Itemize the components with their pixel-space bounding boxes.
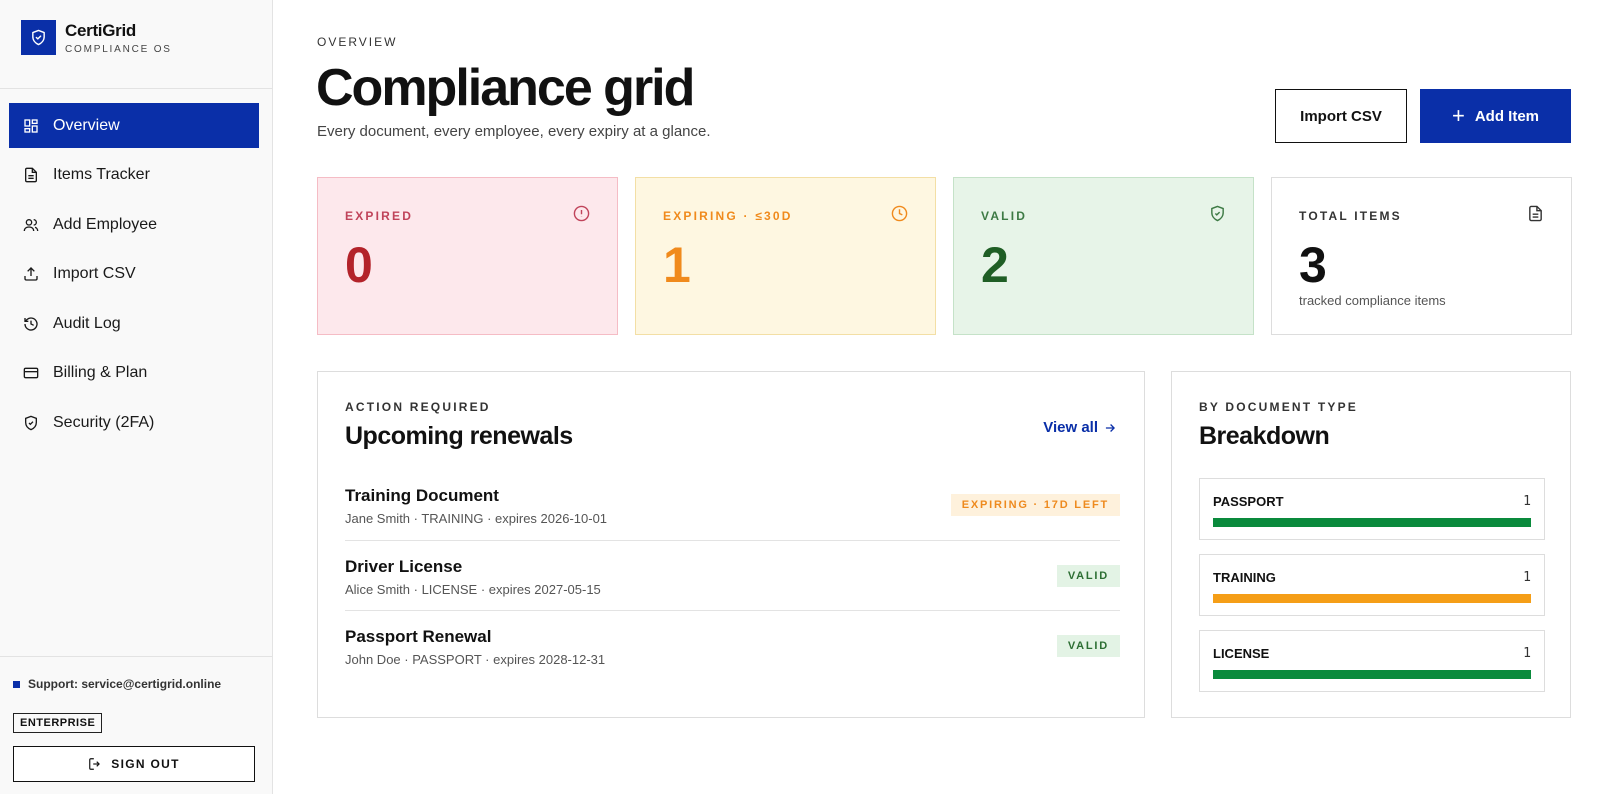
divider: [0, 656, 272, 657]
credit-card-icon: [23, 365, 39, 381]
brand-subtitle: COMPLIANCE OS: [65, 43, 172, 55]
status-badge: EXPIRING · 17D LEFT: [950, 494, 1120, 516]
status-badge: VALID: [1056, 564, 1120, 587]
stat-label: EXPIRED: [345, 209, 414, 223]
status-badge: VALID: [1056, 635, 1120, 657]
item-title: Training Document: [345, 486, 499, 505]
square-bullet-icon: [13, 680, 20, 688]
sidebar: CertiGrid COMPLIANCE OS Overview Items T…: [0, 0, 273, 794]
progress-fill: [1213, 594, 1531, 603]
panel-title: Breakdown: [1199, 422, 1330, 450]
sidebar-item-label: Audit Log: [53, 314, 121, 332]
sign-out-label: SIGN OUT: [111, 757, 180, 771]
stat-card-total[interactable]: TOTAL ITEMS 3 tracked compliance items: [1271, 177, 1572, 335]
panel-eyebrow: BY DOCUMENT TYPE: [1199, 400, 1358, 414]
stat-label: VALID: [981, 209, 1028, 223]
item-meta: Jane Smith · TRAINING · expires 2026-10-…: [345, 511, 608, 526]
plus-icon: +: [1451, 103, 1465, 128]
sidebar-item-import-csv[interactable]: Import CSV: [9, 252, 259, 297]
item-meta: Alice Smith · LICENSE · expires 2027-05-…: [345, 581, 601, 597]
progress-bar: [1213, 670, 1531, 679]
breakdown-type: PASSPORT: [1213, 494, 1284, 509]
sidebar-item-audit-log[interactable]: Audit Log: [9, 301, 259, 346]
sidebar-item-billing[interactable]: Billing & Plan: [9, 351, 259, 396]
item-title: Driver License: [345, 556, 463, 576]
sidebar-item-security[interactable]: Security (2FA): [9, 400, 259, 445]
stat-card-expiring[interactable]: EXPIRING · ≤30D 1: [635, 177, 936, 335]
progress-bar: [1213, 594, 1531, 603]
sidebar-item-label: Security (2FA): [53, 413, 155, 431]
breakdown-type: TRAINING: [1213, 570, 1276, 585]
plan-badge: ENTERPRISE: [13, 713, 103, 733]
import-csv-button[interactable]: Import CSV: [1275, 89, 1407, 143]
stat-label: TOTAL ITEMS: [1299, 209, 1402, 223]
history-icon: [23, 316, 39, 332]
view-all-link[interactable]: View all: [1043, 419, 1117, 436]
progress-bar: [1213, 518, 1531, 527]
sidebar-item-label: Items Tracker: [53, 166, 150, 183]
item-title: Passport Renewal: [345, 627, 492, 646]
breakdown-list: PASSPORT 1 TRAINING 1 LICENSE 1: [1199, 478, 1545, 706]
list-item[interactable]: Training Document Jane Smith · TRAINING …: [345, 470, 1120, 541]
document-icon: [1527, 205, 1544, 227]
grid-icon: [23, 118, 39, 134]
clock-icon: [891, 205, 908, 227]
sidebar-item-label: Overview: [53, 116, 120, 134]
arrow-right-icon: [1105, 423, 1115, 432]
stat-value: 0: [345, 237, 373, 293]
alert-circle-icon: [573, 205, 590, 227]
stat-card-valid[interactable]: VALID 2: [953, 177, 1254, 335]
breakdown-item: PASSPORT 1: [1199, 478, 1545, 540]
breakdown-item: LICENSE 1: [1199, 630, 1545, 692]
view-all-label: View all: [1043, 419, 1098, 436]
support-text: Support: service@certigrid.online: [28, 677, 222, 691]
panel-title: Upcoming renewals: [345, 422, 573, 450]
sidebar-item-items-tracker[interactable]: Items Tracker: [9, 153, 259, 198]
add-item-button[interactable]: + Add Item: [1420, 89, 1571, 143]
breakdown-count: 1: [1523, 494, 1531, 509]
sidebar-item-add-employee[interactable]: Add Employee: [9, 202, 259, 247]
renewals-list: Training Document Jane Smith · TRAINING …: [345, 470, 1120, 682]
users-icon: [23, 217, 39, 233]
renewals-panel: ACTION REQUIRED Upcoming renewals View a…: [317, 371, 1145, 718]
support-contact[interactable]: Support: service@certigrid.online: [13, 677, 221, 691]
breakdown-panel: BY DOCUMENT TYPE Breakdown PASSPORT 1 TR…: [1171, 371, 1571, 718]
item-meta: John Doe · PASSPORT · expires 2028-12-31: [345, 652, 606, 667]
shield-icon: [23, 415, 39, 431]
sidebar-item-label: Billing & Plan: [53, 364, 148, 381]
breakdown-type: LICENSE: [1213, 646, 1270, 661]
sidebar-nav: Overview Items Tracker Add Employee Impo…: [9, 103, 259, 450]
add-item-label: Add Item: [1474, 107, 1540, 125]
shield-logo-icon: [21, 20, 56, 55]
file-list-icon: [23, 167, 39, 183]
progress-fill: [1213, 670, 1531, 679]
panel-eyebrow: ACTION REQUIRED: [345, 400, 491, 414]
stat-note: tracked compliance items: [1299, 293, 1446, 308]
sidebar-item-overview[interactable]: Overview: [9, 103, 259, 148]
list-item[interactable]: Driver License Alice Smith · LICENSE · e…: [345, 541, 1120, 611]
page-title: Compliance grid: [316, 59, 695, 117]
logout-icon: [89, 758, 101, 770]
breakdown-count: 1: [1523, 570, 1531, 585]
breakdown-count: 1: [1523, 646, 1531, 661]
stat-value: 2: [981, 237, 1009, 293]
shield-check-icon: [1209, 205, 1226, 227]
breakdown-item: TRAINING 1: [1199, 554, 1545, 616]
stat-value: 3: [1299, 237, 1327, 293]
list-item[interactable]: Passport Renewal John Doe · PASSPORT · e…: [345, 611, 1120, 682]
sidebar-item-label: Add Employee: [53, 215, 158, 233]
sign-out-button[interactable]: SIGN OUT: [13, 746, 255, 782]
upload-icon: [23, 266, 39, 282]
sidebar-item-label: Import CSV: [53, 265, 136, 282]
page-subtitle: Every document, every employee, every ex…: [317, 123, 711, 140]
stat-label: EXPIRING · ≤30D: [663, 209, 793, 223]
progress-fill: [1213, 518, 1531, 527]
page-eyebrow: OVERVIEW: [317, 35, 398, 49]
stat-card-expired[interactable]: EXPIRED 0: [317, 177, 618, 335]
brand[interactable]: CertiGrid COMPLIANCE OS: [21, 20, 172, 55]
divider: [0, 88, 272, 89]
stat-value: 1: [663, 237, 691, 293]
brand-name: CertiGrid: [65, 20, 136, 40]
